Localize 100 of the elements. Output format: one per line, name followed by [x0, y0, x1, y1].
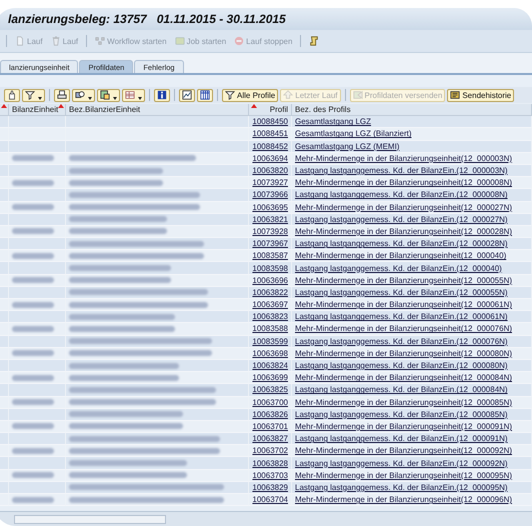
profile-link[interactable]: 10073928: [252, 226, 288, 236]
profile-name-link[interactable]: Mehr-Mindermenge in der Bilanzierungseinheit(12_000027N): [295, 202, 512, 212]
scrollbar[interactable]: [14, 514, 166, 524]
profile-link[interactable]: 10063698: [252, 348, 288, 358]
profile-name-link[interactable]: Lastgang lastganggemess. Kd. der BilanzEin.(12_000008N): [295, 190, 508, 200]
profile-link[interactable]: 10088451: [252, 129, 288, 138]
profile-name-link[interactable]: Lastgang lastganggemess. Kd. der BilanzEin.(12_000003N): [295, 166, 508, 176]
toolbar-button[interactable]: Alle Profile: [222, 88, 278, 102]
column-title: BilanzEinheit: [12, 105, 58, 114]
profile-link[interactable]: 10063828: [252, 458, 288, 468]
profile-name-link[interactable]: Lastgang lastganggemess. Kd. der BilanzEin.(12_000080N): [295, 361, 508, 370]
profile-name-link[interactable]: Mehr-Mindermenge in der Bilanzierungseinheit(12_000080N): [295, 348, 512, 358]
caret-icon: [88, 96, 92, 100]
profile-link[interactable]: 10063704: [252, 495, 288, 504]
profile-name-link[interactable]: Mehr-Mindermenge in der Bilanzierungseinheit(12_000028N): [295, 226, 512, 236]
redacted-text: [12, 180, 54, 186]
profile-link[interactable]: 10083587: [252, 251, 288, 260]
profile-name-link[interactable]: Mehr-Mindermenge in der Bilanzierungseinheit(12_000040): [295, 251, 506, 260]
toolbar-button[interactable]: [97, 88, 120, 102]
nodes-icon: [95, 36, 106, 46]
profile-name-link[interactable]: Mehr-Mindermenge in der Bilanzierungseinheit(12_000076N): [295, 324, 512, 334]
profile-name-link[interactable]: Mehr-Mindermenge in der Bilanzierungseinheit(12_000091N): [295, 422, 512, 431]
profile-name-link[interactable]: Lastgang lastganggemess. Kd. der BilanzEin.(12_000091N): [295, 434, 508, 444]
profile-name-link[interactable]: Mehr-Mindermenge in der Bilanzierungseinheit(12_000008N): [295, 178, 512, 188]
profile-name-link[interactable]: Lastgang lastganggemess. Kd. der BilanzEin.(12_000028N): [295, 239, 508, 248]
profile-link[interactable]: 10063822: [252, 288, 288, 297]
profile-link[interactable]: 10063829: [252, 482, 288, 492]
profile-name-link[interactable]: Mehr-Mindermenge in der Bilanzierungseinheit(12_000095N): [295, 470, 512, 480]
hand-icon: [7, 90, 17, 100]
toolbar-button[interactable]: [179, 88, 195, 102]
profile-name-link[interactable]: Lastgang lastganggemess. Kd. der BilanzEin.(12_000095N): [295, 482, 508, 492]
profile-link[interactable]: 10083599: [252, 336, 288, 346]
profile-name-link[interactable]: Gesamtlastgang LGZ (Bilanziert): [295, 129, 412, 138]
profile-name-link[interactable]: Mehr-Mindermenge in der Bilanzierungseinheit(12_000092N): [295, 446, 512, 456]
profile-name-link[interactable]: Mehr-Mindermenge in der Bilanzierungseinheit(12_000061N): [295, 300, 512, 310]
profile-link[interactable]: 10088450: [252, 117, 288, 126]
toolbar-button[interactable]: [22, 88, 45, 102]
filter-icon: [25, 90, 35, 100]
toolbar-button[interactable]: [154, 88, 170, 102]
profile-link[interactable]: 10063700: [252, 398, 288, 407]
profile-link[interactable]: 10083588: [252, 324, 288, 334]
profile-name-link[interactable]: Mehr-Mindermenge in der Bilanzierungseinheit(12_000003N): [295, 154, 512, 163]
profile-name-link[interactable]: Mehr-Mindermenge in der Bilanzierungseinheit(12_000096N): [295, 495, 512, 504]
column-header[interactable]: Bez.BilanzierEinheit: [66, 104, 249, 116]
profile-link[interactable]: 10063826: [252, 410, 288, 419]
profile-link[interactable]: 10063824: [252, 361, 288, 370]
redacted-text: [12, 155, 54, 162]
profile-link[interactable]: 10063825: [252, 385, 288, 394]
toolbar-button[interactable]: [54, 88, 70, 102]
profile-link[interactable]: 10063827: [252, 434, 288, 444]
profile-link[interactable]: 10073927: [252, 178, 288, 188]
profile-name-link[interactable]: Lastgang lastganggemess. Kd. der BilanzEin.(12_000076N): [295, 336, 508, 346]
profile-name-link[interactable]: Mehr-Mindermenge in der Bilanzierungseinheit(12_000055N): [295, 276, 512, 285]
profile-name-link[interactable]: Lastgang lastganggemess. Kd. der BilanzEin.(12_000055N): [295, 288, 508, 297]
profile-link[interactable]: 10063702: [252, 446, 288, 456]
profile-name-link[interactable]: Lastgang lastganggemess. Kd. der BilanzEin.(12_000027N): [295, 214, 508, 224]
profile-name-link[interactable]: Gesamtlastgang LGZ: [295, 117, 372, 126]
redacted-text: [12, 277, 54, 284]
profile-link[interactable]: 10063823: [252, 312, 288, 322]
profile-name-link[interactable]: Mehr-Mindermenge in der Bilanzierungseinheit(12_000085N): [295, 398, 512, 407]
toolbar-button[interactable]: [4, 88, 20, 102]
profile-link[interactable]: 10063701: [252, 422, 288, 431]
caret-icon: [113, 96, 117, 100]
redacted-text: [12, 252, 54, 259]
profile-name-link[interactable]: Lastgang lastganggemess. Kd. der BilanzEin.(12_000084N): [295, 385, 508, 394]
profile-link[interactable]: 10063695: [252, 202, 288, 212]
toolbar-button[interactable]: Sendehistorie: [447, 88, 514, 102]
profile-name-link[interactable]: Gesamtlastgang LGZ (MEMI): [295, 142, 400, 151]
column-header[interactable]: Profil: [249, 104, 292, 116]
trash-icon: [50, 36, 61, 46]
profile-name-link[interactable]: Lastgang lastganggemess. Kd. der BilanzEin.(12_000061N): [295, 312, 508, 322]
profile-link[interactable]: 10063696: [252, 276, 288, 285]
up-arrow-icon: [283, 90, 294, 100]
profile-link[interactable]: 10083598: [252, 264, 288, 273]
profile-link[interactable]: 10063703: [252, 470, 288, 480]
profile-name-link[interactable]: Lastgang lastganggemess. Kd. der BilanzEin.(12_000092N): [295, 458, 508, 468]
profile-link[interactable]: 10073967: [252, 239, 288, 248]
redacted-text: [12, 448, 54, 454]
profile-link[interactable]: 10073966: [252, 190, 288, 200]
profile-name-link[interactable]: Lastgang lastganggemess. Kd. der BilanzEin.(12_000040): [295, 264, 502, 273]
toolbar-button[interactable]: [197, 88, 213, 102]
profile-link[interactable]: 10088452: [252, 142, 288, 151]
stop-icon: [234, 36, 244, 46]
card-icon: [174, 36, 185, 46]
profile-name-link[interactable]: Mehr-Mindermenge in der Bilanzierungseinheit(12_000084N): [295, 373, 512, 382]
column-header[interactable]: BilanzEinheit: [9, 104, 66, 116]
column-header[interactable]: Bez. des Profils: [292, 104, 532, 116]
profile-link[interactable]: 10063699: [252, 373, 288, 382]
profile-name-link[interactable]: Lastgang lastganggemess. Kd. der BilanzEin.(12_000085N): [295, 410, 508, 419]
redacted-text: [12, 302, 54, 308]
profile-link[interactable]: 10063820: [252, 166, 288, 176]
filter-icon: [225, 90, 235, 100]
profile-link[interactable]: 10063697: [252, 300, 288, 310]
profile-link[interactable]: 10063694: [252, 154, 288, 163]
redacted-text: [12, 204, 54, 210]
toolbar-button[interactable]: [72, 88, 95, 102]
info-icon: [157, 90, 167, 100]
profile-link[interactable]: 10063821: [252, 214, 288, 224]
redacted-text: [12, 374, 54, 381]
window-title: lanzierungsbeleg: 13757 01.11.2015 - 30.11.2015: [8, 12, 286, 26]
